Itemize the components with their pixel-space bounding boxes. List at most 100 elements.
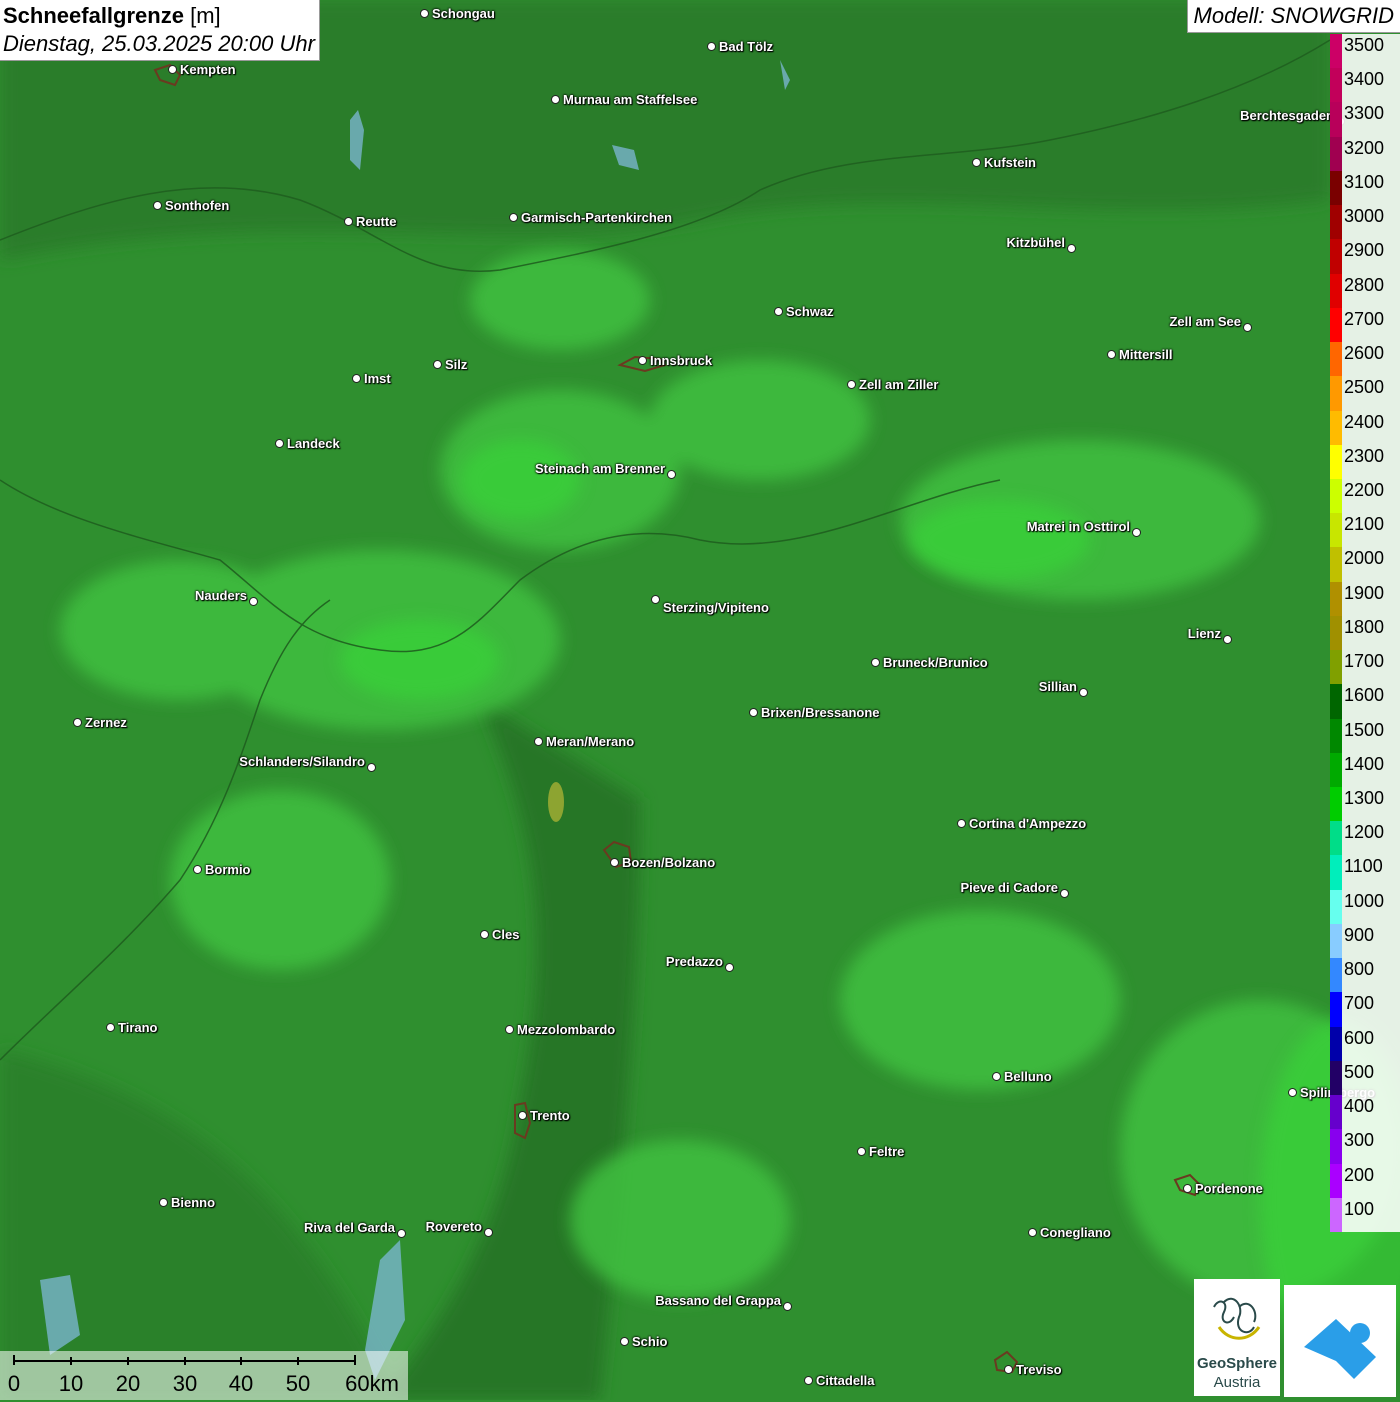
city-marker: Sterzing/Vipiteno <box>651 595 769 615</box>
city-dot-icon <box>153 201 162 210</box>
city-marker: Tirano <box>106 1020 158 1035</box>
title-main: Schneefallgrenze <box>3 3 184 28</box>
city-dot-icon <box>857 1147 866 1156</box>
legend-label: 3100 <box>1344 171 1385 192</box>
city-label: Feltre <box>869 1144 905 1159</box>
legend-swatch <box>1330 239 1342 275</box>
city-label: Zernez <box>85 715 127 730</box>
scale-tick-label: 20 <box>115 1371 141 1396</box>
app-logo-icon <box>1304 1319 1376 1379</box>
city-dot-icon <box>367 763 376 772</box>
legend-swatch <box>1330 821 1342 856</box>
city-label: Steinach am Brenner <box>534 461 665 476</box>
scale-tick-label: 40 <box>228 1371 254 1396</box>
legend-swatch <box>1330 547 1342 583</box>
legend-label: 500 <box>1344 1061 1375 1082</box>
city-marker: Murnau am Staffelsee <box>551 93 697 107</box>
city-label: Innsbruck <box>650 353 713 368</box>
city-dot-icon <box>1183 1184 1192 1193</box>
legend-swatch <box>1330 992 1342 1028</box>
city-marker: Reutte <box>344 215 396 229</box>
geosphere-logo-icon <box>1213 1297 1261 1340</box>
city-marker: Zell am See <box>1169 314 1252 332</box>
city-label: Pieve di Cadore <box>960 880 1058 895</box>
legend-label: 2400 <box>1344 411 1385 432</box>
legend-label: 2200 <box>1344 479 1385 500</box>
legend-swatch <box>1330 513 1342 548</box>
city-marker: Feltre <box>857 1144 905 1159</box>
city-marker: Steinach am Brenner <box>534 461 676 479</box>
city-marker: Belluno <box>992 1070 1052 1084</box>
model-label: Modell: SNOWGRID <box>1186 0 1400 33</box>
legend-label: 3500 <box>1344 35 1385 55</box>
legend-label: 200 <box>1344 1164 1375 1185</box>
legend-label: 2100 <box>1344 514 1385 535</box>
city-dot-icon <box>992 1072 1001 1081</box>
city-marker: Cortina d'Ampezzo <box>957 817 1086 831</box>
city-marker: Mezzolombardo <box>505 1022 616 1037</box>
city-marker: Zernez <box>73 715 127 730</box>
city-dot-icon <box>1288 1088 1297 1097</box>
city-label: Cittadella <box>816 1373 875 1388</box>
city-label: Bassano del Grappa <box>655 1293 781 1308</box>
city-label: Tirano <box>118 1020 158 1035</box>
city-marker: Riva del Garda <box>303 1220 406 1238</box>
legend-swatch <box>1330 718 1342 754</box>
legend-label: 600 <box>1344 1027 1375 1048</box>
city-marker: Bienno <box>159 1196 215 1210</box>
legend-swatch <box>1330 855 1342 891</box>
scale-bar: 0 10 20 30 40 50 60km <box>0 1351 408 1400</box>
city-dot-icon <box>847 380 856 389</box>
city-dot-icon <box>1060 889 1069 898</box>
legend-swatch <box>1330 1163 1342 1199</box>
legend-label: 1200 <box>1344 822 1385 843</box>
city-dot-icon <box>534 737 543 746</box>
legend-swatch <box>1330 68 1342 103</box>
city-dot-icon <box>1004 1365 1013 1374</box>
city-dot-icon <box>1067 244 1076 253</box>
city-label: Sonthofen <box>165 198 230 213</box>
city-label: Mezzolombardo <box>517 1022 616 1037</box>
city-label: Bruneck/Brunico <box>883 655 988 670</box>
city-marker: Rovereto <box>426 1220 493 1237</box>
legend-label: 1800 <box>1344 616 1385 637</box>
geosphere-logo-line2: Austria <box>1213 1374 1261 1391</box>
city-label: Riva del Garda <box>303 1220 395 1235</box>
city-marker: Zell am Ziller <box>847 378 938 392</box>
legend-swatch <box>1330 102 1342 138</box>
legend-swatch <box>1330 787 1342 822</box>
city-label: Zell am See <box>1169 314 1241 329</box>
legend-label: 1900 <box>1344 582 1385 603</box>
city-label: Mittersill <box>1119 347 1173 362</box>
city-marker: Imst <box>352 372 391 386</box>
city-label: Sillian <box>1038 679 1077 694</box>
legend-label: 1300 <box>1344 788 1385 809</box>
legend-swatch <box>1330 581 1342 617</box>
city-dot-icon <box>804 1376 813 1385</box>
geosphere-logo[interactable]: GeoSphere Austria <box>1194 1279 1280 1396</box>
city-marker: Brixen/Bressanone <box>749 706 880 720</box>
legend-swatch <box>1330 1026 1342 1062</box>
city-label: Nauders <box>194 588 247 603</box>
city-label: Schongau <box>432 6 495 21</box>
city-dot-icon <box>725 963 734 972</box>
legend-swatch <box>1330 1197 1342 1233</box>
app-logo[interactable] <box>1284 1285 1396 1397</box>
city-dot-icon <box>871 658 880 667</box>
scale-tick-label: 30 <box>172 1371 198 1396</box>
city-marker: Predazzo <box>666 955 734 972</box>
city-marker: Lienz <box>1188 627 1232 644</box>
city-marker: Schlanders/Silandro <box>239 754 376 772</box>
city-dot-icon <box>344 217 353 226</box>
city-label: Berchtesgaden <box>1240 108 1334 123</box>
city-marker: Bruneck/Brunico <box>871 655 988 670</box>
city-label: Schlanders/Silandro <box>239 754 365 769</box>
city-label: Pordenone <box>1195 1181 1263 1196</box>
city-label: Conegliano <box>1040 1225 1111 1240</box>
map-title-box: Schneefallgrenze [m] Dienstag, 25.03.202… <box>0 0 320 61</box>
city-dot-icon <box>106 1023 115 1032</box>
geosphere-logo-line1: GeoSphere <box>1196 1355 1278 1372</box>
city-label: Matrei in Osttirol <box>1026 519 1130 534</box>
legend-label: 2700 <box>1344 308 1385 329</box>
legend-label: 3000 <box>1344 206 1385 227</box>
